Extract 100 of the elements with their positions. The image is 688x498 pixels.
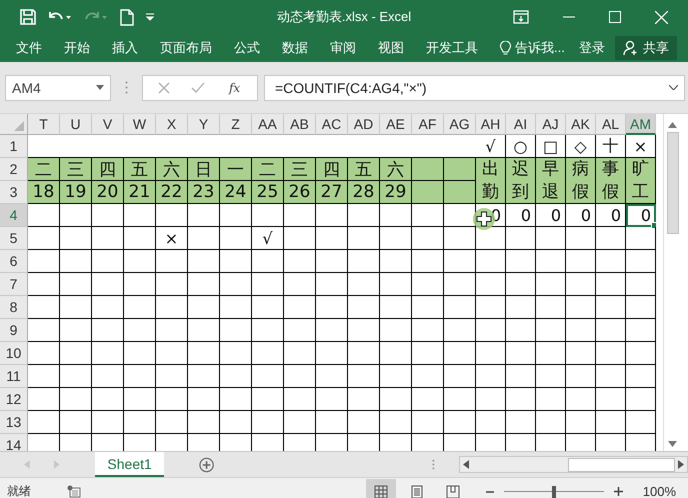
table-cell[interactable]: 二 [252, 158, 284, 181]
empty-cell[interactable] [566, 296, 596, 319]
name-box[interactable]: AM4 [5, 74, 111, 100]
empty-cell[interactable] [444, 273, 476, 296]
empty-cell[interactable] [92, 411, 124, 434]
empty-cell[interactable] [92, 388, 124, 411]
empty-cell[interactable] [316, 273, 348, 296]
empty-cell[interactable] [92, 273, 124, 296]
empty-cell[interactable] [626, 411, 656, 434]
empty-cell[interactable] [252, 273, 284, 296]
empty-cell[interactable] [252, 296, 284, 319]
horizontal-scrollbar[interactable] [458, 456, 688, 473]
column-header[interactable]: AG [444, 114, 476, 135]
table-cell[interactable]: 0 [506, 204, 536, 227]
empty-cell[interactable] [506, 319, 536, 342]
empty-cell[interactable] [348, 250, 380, 273]
empty-cell[interactable] [60, 319, 92, 342]
empty-cell[interactable] [220, 250, 252, 273]
formula-field[interactable]: =COUNTIF(C4:AG4,"×") [264, 74, 685, 100]
empty-cell[interactable] [566, 273, 596, 296]
row-header[interactable]: 8 [0, 296, 28, 319]
empty-cell[interactable] [156, 365, 188, 388]
empty-cell[interactable] [284, 388, 316, 411]
table-cell[interactable]: 迟到 [506, 158, 536, 204]
empty-cell[interactable] [124, 204, 156, 227]
table-cell[interactable]: 病假 [566, 158, 596, 204]
table-cell[interactable]: × [156, 227, 188, 250]
column-header[interactable]: V [92, 114, 124, 135]
ribbon-tab[interactable]: 页面布局 [160, 39, 212, 57]
sheet-tab[interactable]: Sheet1 [95, 452, 164, 477]
empty-cell[interactable] [476, 342, 506, 365]
empty-cell[interactable] [316, 250, 348, 273]
table-cell[interactable]: 0 [566, 204, 596, 227]
empty-cell[interactable] [626, 342, 656, 365]
ribbon-tab[interactable]: 插入 [112, 39, 138, 57]
table-cell[interactable]: 四 [316, 158, 348, 181]
empty-cell[interactable] [380, 388, 412, 411]
row-header[interactable]: 14 [0, 434, 28, 451]
zoom-in-icon[interactable] [614, 487, 623, 496]
empty-cell[interactable] [316, 204, 348, 227]
empty-cell[interactable] [252, 319, 284, 342]
table-cell[interactable]: 五 [348, 158, 380, 181]
empty-cell[interactable] [596, 342, 626, 365]
table-cell[interactable]: 三 [284, 158, 316, 181]
drag-handle-icon[interactable] [432, 459, 435, 470]
empty-cell[interactable] [566, 365, 596, 388]
empty-cell[interactable] [284, 319, 316, 342]
table-cell[interactable]: 25 [252, 181, 284, 204]
empty-cell[interactable] [536, 411, 566, 434]
empty-cell[interactable] [284, 365, 316, 388]
empty-cell[interactable] [92, 296, 124, 319]
empty-cell[interactable] [476, 411, 506, 434]
empty-cell[interactable] [476, 319, 506, 342]
empty-cell[interactable] [380, 250, 412, 273]
empty-cell[interactable] [506, 388, 536, 411]
column-header[interactable]: AL [596, 114, 626, 135]
empty-cell[interactable] [92, 319, 124, 342]
drag-handle-icon[interactable] [125, 81, 128, 94]
empty-cell[interactable] [252, 365, 284, 388]
empty-cell[interactable] [348, 342, 380, 365]
empty-cell[interactable] [412, 365, 444, 388]
ribbon-tab[interactable]: 开发工具 [426, 39, 478, 57]
empty-cell[interactable] [156, 342, 188, 365]
row-header[interactable]: 11 [0, 365, 28, 388]
empty-cell[interactable] [220, 273, 252, 296]
empty-cell[interactable] [596, 388, 626, 411]
expand-caret-icon[interactable] [669, 85, 678, 90]
empty-cell[interactable] [60, 296, 92, 319]
empty-cell[interactable] [316, 411, 348, 434]
empty-cell[interactable] [124, 365, 156, 388]
empty-cell[interactable] [412, 388, 444, 411]
empty-cell[interactable] [252, 204, 284, 227]
empty-cell[interactable] [444, 319, 476, 342]
table-cell[interactable]: 21 [124, 181, 156, 204]
table-cell[interactable]: 19 [60, 181, 92, 204]
ribbon-tab[interactable]: 文件 [16, 39, 42, 57]
empty-cell[interactable] [188, 411, 220, 434]
empty-cell[interactable] [626, 319, 656, 342]
table-cell[interactable]: 0 [536, 204, 566, 227]
scroll-right-icon[interactable] [678, 460, 684, 469]
empty-cell[interactable] [220, 365, 252, 388]
empty-cell[interactable] [284, 204, 316, 227]
empty-cell[interactable] [252, 388, 284, 411]
empty-cell[interactable] [412, 204, 444, 227]
empty-cell[interactable] [188, 227, 220, 250]
scroll-thumb[interactable] [568, 458, 676, 472]
column-header[interactable]: AF [412, 114, 444, 135]
column-header[interactable]: AB [284, 114, 316, 135]
empty-cell[interactable] [316, 319, 348, 342]
empty-cell[interactable] [316, 296, 348, 319]
empty-cell[interactable] [316, 365, 348, 388]
empty-cell[interactable] [626, 388, 656, 411]
empty-cell[interactable] [60, 250, 92, 273]
table-cell[interactable]: 22 [156, 181, 188, 204]
empty-cell[interactable] [124, 319, 156, 342]
column-header[interactable]: Y [188, 114, 220, 135]
table-cell[interactable]: 一 [220, 158, 252, 181]
column-header[interactable]: AK [566, 114, 596, 135]
table-cell[interactable]: 旷工 [626, 158, 656, 204]
row-header[interactable]: 3 [0, 181, 28, 204]
